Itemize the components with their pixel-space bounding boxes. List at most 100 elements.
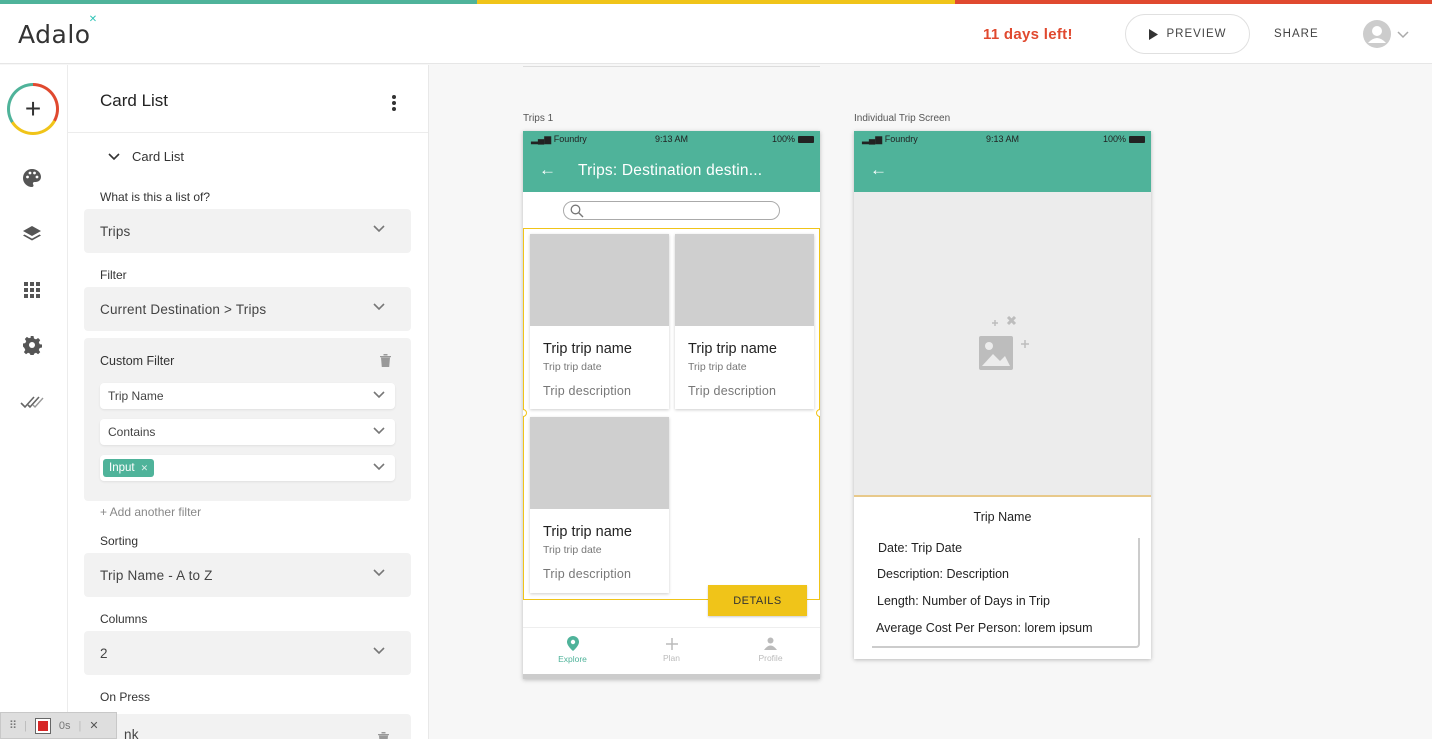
card-name: Trip trip name xyxy=(543,341,632,357)
filter-select[interactable]: Current Destination > Trips xyxy=(84,287,411,331)
list-of-label: What is this a list of? xyxy=(100,190,211,204)
filter-operator-value: Contains xyxy=(108,425,156,439)
avatar-icon[interactable] xyxy=(1362,19,1392,49)
back-arrow-icon[interactable]: ← xyxy=(539,160,556,180)
app-bar[interactable]: ▂▄▆ Foundry 9:13 AM 100% ← Trips: Destin… xyxy=(523,131,820,192)
card-image xyxy=(530,417,669,509)
battery-icon xyxy=(798,135,814,143)
close-icon[interactable]: ✕ xyxy=(89,719,98,732)
columns-select[interactable]: 2 xyxy=(84,631,411,675)
filter-operator-select[interactable]: Contains xyxy=(100,419,395,445)
share-button[interactable]: SHARE xyxy=(1274,28,1319,40)
drag-handle-icon[interactable]: ⠿ xyxy=(9,719,17,732)
filter-value-select[interactable]: Input ✕ xyxy=(100,455,395,481)
custom-filter-box: Custom Filter Trip Name Contains Input ✕ xyxy=(84,338,411,501)
chevron-down-icon xyxy=(108,152,120,160)
tab-label: Profile xyxy=(758,653,783,663)
input-pill[interactable]: Input ✕ xyxy=(103,459,155,477)
card-name: Trip trip name xyxy=(688,341,777,357)
status-bar: ▂▄▆ Foundry 9:13 AM 100% xyxy=(523,131,820,147)
location-pin-icon xyxy=(566,636,579,651)
plus-icon: + xyxy=(10,86,56,132)
account-chevron-down-icon[interactable] xyxy=(1397,31,1409,39)
tab-explore[interactable]: Explore xyxy=(523,628,622,672)
on-press-action[interactable]: nk xyxy=(84,714,411,739)
preview-button[interactable]: PREVIEW xyxy=(1125,14,1250,54)
person-icon xyxy=(764,637,777,650)
trip-name-heading: Trip Name xyxy=(973,510,1032,524)
trips-screen[interactable]: ▂▄▆ Foundry 9:13 AM 100% ← Trips: Destin… xyxy=(523,131,820,679)
tab-profile[interactable]: Profile xyxy=(721,628,820,672)
screen-label-trip-detail[interactable]: Individual Trip Screen xyxy=(854,113,950,124)
plus-icon xyxy=(665,637,678,650)
list-of-select[interactable]: Trips xyxy=(84,209,411,253)
list-of-value: Trips xyxy=(100,223,131,239)
trash-icon[interactable] xyxy=(380,354,391,367)
adalo-logo[interactable]: Adalo ✕ xyxy=(18,14,97,49)
more-options-icon[interactable] xyxy=(392,95,398,113)
trip-image-placeholder[interactable] xyxy=(854,192,1151,497)
image-placeholder-icon xyxy=(979,316,1029,370)
divider xyxy=(68,132,428,133)
tab-plan[interactable]: Plan xyxy=(622,628,721,672)
filter-label: Filter xyxy=(100,268,127,282)
screen-label-trips[interactable]: Trips 1 xyxy=(523,113,553,124)
chevron-down-icon xyxy=(373,391,385,399)
detail-cost: Average Cost Per Person: lorem ipsum xyxy=(876,621,1093,635)
screen-title: Trips: Destination destin... xyxy=(578,162,763,179)
stop-record-button[interactable] xyxy=(34,717,51,734)
search-icon xyxy=(570,204,584,218)
app-bar[interactable]: ▂▄▆ Foundry 9:13 AM 100% ← xyxy=(854,131,1151,192)
trip-card[interactable]: Trip trip name Trip trip date Trip descr… xyxy=(530,234,669,409)
top-bar: Adalo ✕ 11 days left! PREVIEW SHARE xyxy=(0,4,1432,64)
card-name: Trip trip name xyxy=(543,524,632,540)
add-component-button[interactable]: + xyxy=(7,83,59,135)
palette-icon[interactable] xyxy=(20,166,44,190)
trip-card[interactable]: Trip trip name Trip trip date Trip descr… xyxy=(530,417,669,593)
panel-title: Card List xyxy=(100,91,169,110)
status-bar: ▂▄▆ Foundry 9:13 AM 100% xyxy=(854,131,1151,147)
chevron-down-icon xyxy=(373,463,385,471)
trip-detail-screen[interactable]: ▂▄▆ Foundry 9:13 AM 100% ← Trip Name Dat… xyxy=(854,131,1151,659)
status-battery: 100% xyxy=(772,134,814,144)
double-check-icon[interactable] xyxy=(20,390,44,414)
chevron-down-icon xyxy=(373,569,385,577)
add-filter-link[interactable]: + Add another filter xyxy=(100,505,201,519)
resize-handle-right[interactable] xyxy=(816,409,820,417)
screen-recorder-bar: ⠿ | 0s | ✕ xyxy=(0,712,117,739)
trial-countdown[interactable]: 11 days left! xyxy=(983,26,1073,43)
icon-rail: + xyxy=(0,65,68,739)
card-date: Trip trip date xyxy=(543,544,602,556)
trash-icon[interactable] xyxy=(378,732,389,739)
layers-icon[interactable] xyxy=(20,222,44,246)
properties-panel: Card List Card List What is this a list … xyxy=(68,65,429,739)
card-image xyxy=(530,234,669,326)
chevron-down-icon xyxy=(373,647,385,655)
section-title: Card List xyxy=(132,149,185,164)
filter-field-value: Trip Name xyxy=(108,389,164,403)
chevron-down-icon xyxy=(373,303,385,311)
details-button[interactable]: DETAILS xyxy=(708,585,807,616)
back-arrow-icon[interactable]: ← xyxy=(870,160,887,180)
logo-text: Adalo xyxy=(18,20,91,49)
preview-label: PREVIEW xyxy=(1166,28,1227,40)
chevron-down-icon xyxy=(373,427,385,435)
play-icon xyxy=(1149,28,1159,40)
offscreen-phone-edge xyxy=(523,64,820,67)
search-input[interactable] xyxy=(563,201,780,220)
pill-close-icon[interactable]: ✕ xyxy=(141,463,149,474)
section-toggle[interactable]: Card List xyxy=(108,149,184,164)
filter-field-select[interactable]: Trip Name xyxy=(100,383,395,409)
bottom-tab-bar: Explore Plan Profile xyxy=(523,627,820,672)
phone-bottom-edge xyxy=(523,674,820,679)
tab-label: Explore xyxy=(558,654,587,664)
record-time: 0s xyxy=(58,719,71,732)
card-description: Trip description xyxy=(688,384,777,398)
gear-icon[interactable] xyxy=(20,333,44,357)
input-pill-label: Input xyxy=(109,462,135,474)
sorting-select[interactable]: Trip Name - A to Z xyxy=(84,553,411,597)
trip-card[interactable]: Trip trip name Trip trip date Trip descr… xyxy=(675,234,814,409)
grid-icon[interactable] xyxy=(20,278,44,302)
filter-value: Current Destination > Trips xyxy=(100,301,267,317)
battery-text: 100% xyxy=(1102,134,1126,144)
